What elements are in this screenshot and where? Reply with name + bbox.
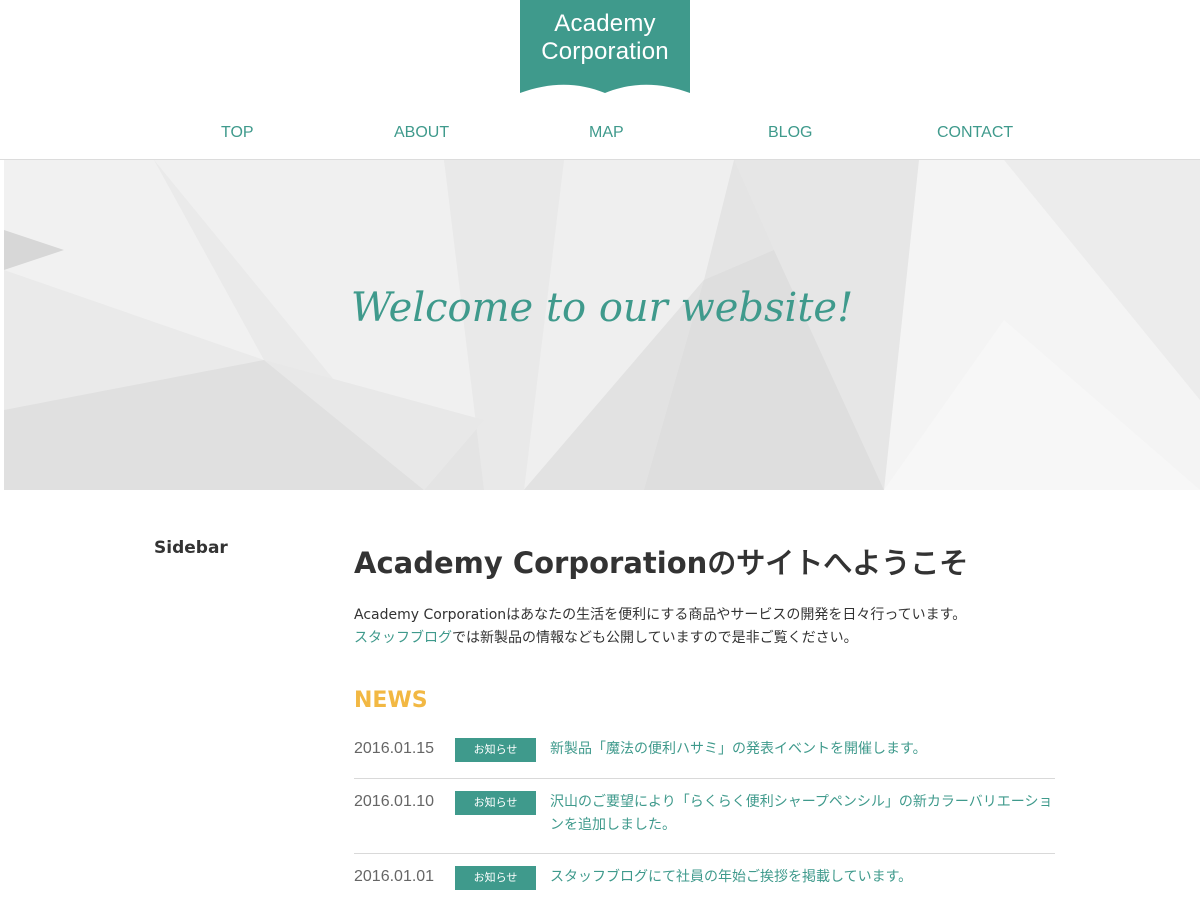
news-category-badge: お知らせ — [455, 738, 536, 762]
site-logo[interactable]: Academy Corporation — [520, 0, 690, 96]
hero-headline: Welcome to our website! — [350, 285, 854, 331]
news-date: 2016.01.10 — [354, 793, 435, 810]
news-link[interactable]: 新製品「魔法の便利ハサミ」の発表イベントを開催します。 — [550, 738, 1055, 761]
news-item: 2016.01.01 お知らせ スタッフブログにて社員の年始ご挨拶を掲載していま… — [354, 854, 1055, 900]
news-link[interactable]: スタッフブログにて社員の年始ご挨拶を掲載しています。 — [550, 866, 1055, 889]
page-title: Academy Corporationのサイトへようこそ — [354, 546, 969, 580]
news-category-badge: お知らせ — [455, 866, 536, 890]
nav-item-map[interactable]: MAP — [589, 124, 624, 142]
news-item: 2016.01.10 お知らせ 沢山のご要望により「らくらく便利シャープペンシル… — [354, 779, 1055, 854]
intro-line-1: Academy Corporationはあなたの生活を便利にする商品やサービスの… — [354, 607, 967, 623]
nav-item-about[interactable]: ABOUT — [394, 124, 449, 142]
news-category-badge: お知らせ — [455, 791, 536, 815]
logo-line-2: Corporation — [541, 38, 669, 65]
logo-text: Academy Corporation — [520, 10, 690, 66]
nav-item-contact[interactable]: CONTACT — [937, 124, 1013, 142]
news-link[interactable]: 沢山のご要望により「らくらく便利シャープペンシル」の新カラーバリエーションを追加… — [550, 791, 1055, 837]
news-date: 2016.01.01 — [354, 868, 435, 885]
sidebar-title: Sidebar — [154, 538, 228, 558]
main-navigation: TOP ABOUT MAP BLOG CONTACT — [0, 112, 1200, 160]
news-heading: NEWS — [354, 688, 428, 713]
intro-paragraph: Academy Corporationはあなたの生活を便利にする商品やサービスの… — [354, 604, 1054, 650]
news-item: 2016.01.15 お知らせ 新製品「魔法の便利ハサミ」の発表イベントを開催し… — [354, 726, 1055, 779]
hero-banner: Welcome to our website! — [4, 160, 1200, 490]
nav-item-blog[interactable]: BLOG — [768, 124, 812, 142]
intro-line-2-text: では新製品の情報なども公開していますので是非ご覧ください。 — [452, 630, 858, 646]
nav-item-top[interactable]: TOP — [221, 124, 254, 142]
intro-line-2: スタッフブログでは新製品の情報なども公開していますので是非ご覧ください。 — [354, 627, 1054, 650]
news-date: 2016.01.15 — [354, 740, 435, 757]
logo-line-1: Academy — [554, 10, 656, 37]
staff-blog-link[interactable]: スタッフブログ — [354, 630, 452, 646]
